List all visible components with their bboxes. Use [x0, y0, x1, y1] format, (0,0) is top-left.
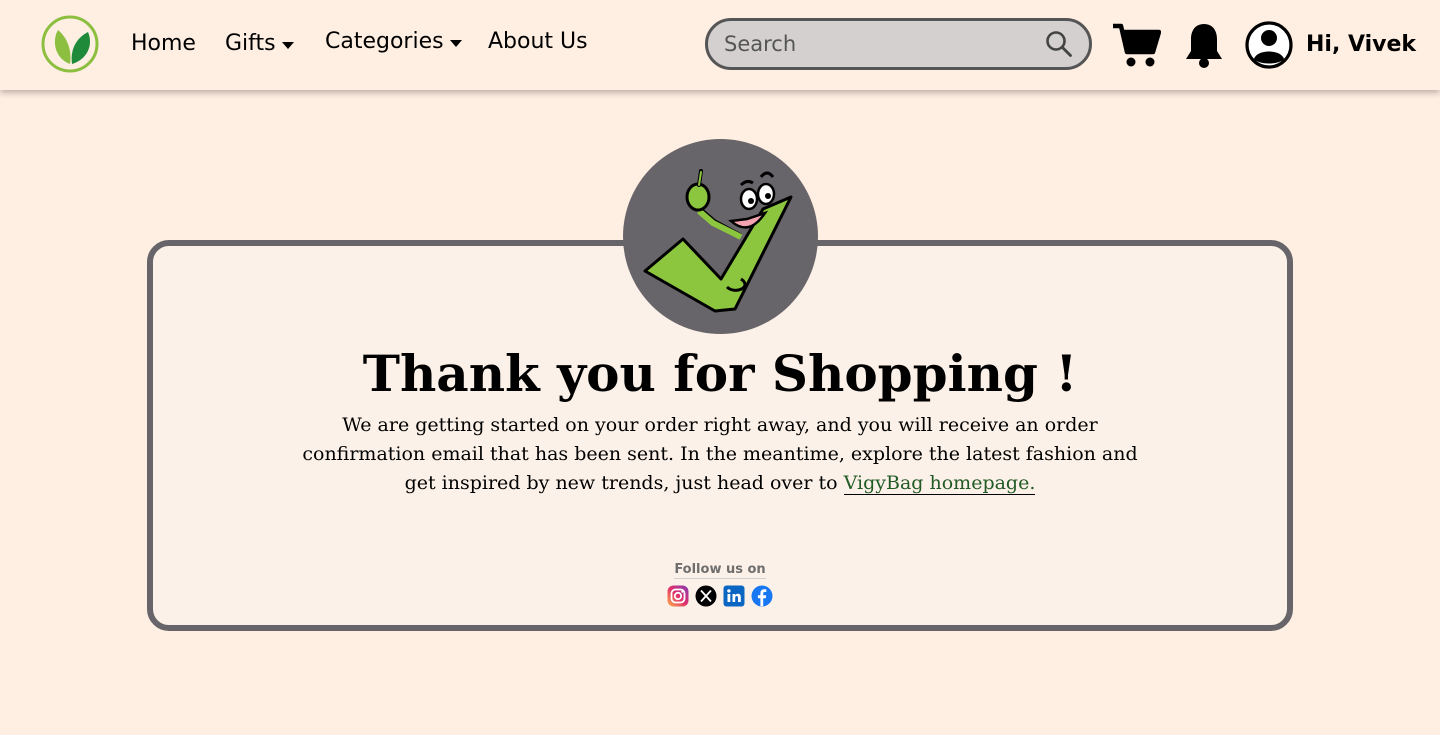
cart-icon[interactable] — [1111, 22, 1161, 68]
nav-home-label: Home — [131, 31, 196, 56]
nav-categories-label: Categories — [325, 29, 444, 54]
follow-us-label: Follow us on — [0, 562, 1440, 579]
user-avatar-icon[interactable] — [1245, 21, 1293, 69]
homepage-link[interactable]: VigyBag homepage. — [843, 472, 1036, 495]
logo-icon[interactable] — [40, 14, 100, 74]
nav-gifts-dropdown[interactable]: Gifts — [225, 31, 294, 56]
nav-about-label: About Us — [488, 29, 588, 54]
instagram-icon[interactable] — [667, 585, 689, 607]
search-bar — [705, 18, 1092, 70]
confirmation-message: We are getting started on your order rig… — [300, 411, 1140, 498]
confirmation-badge — [623, 139, 818, 334]
facebook-icon[interactable] — [751, 585, 773, 607]
nav-categories-dropdown[interactable]: Categories — [325, 29, 462, 54]
caret-down-icon — [449, 39, 462, 47]
x-icon[interactable] — [695, 585, 717, 607]
caret-down-icon — [281, 41, 294, 49]
nav-home[interactable]: Home — [131, 31, 196, 56]
social-links — [667, 585, 773, 607]
user-greeting: Hi, Vivek — [1306, 32, 1417, 57]
nav-about-us[interactable]: About Us — [488, 29, 588, 54]
page-title: Thank you for Shopping ! — [362, 344, 1078, 403]
check-mascot-icon — [643, 169, 793, 313]
search-icon[interactable] — [1045, 30, 1073, 58]
search-input[interactable] — [724, 32, 1037, 56]
linkedin-icon[interactable] — [723, 585, 745, 607]
bell-icon[interactable] — [1183, 21, 1225, 69]
nav-gifts-label: Gifts — [225, 31, 276, 56]
top-navbar: Home Gifts Categories About Us Hi, Vivek — [0, 0, 1440, 90]
follow-us-text: Follow us on — [674, 562, 766, 579]
